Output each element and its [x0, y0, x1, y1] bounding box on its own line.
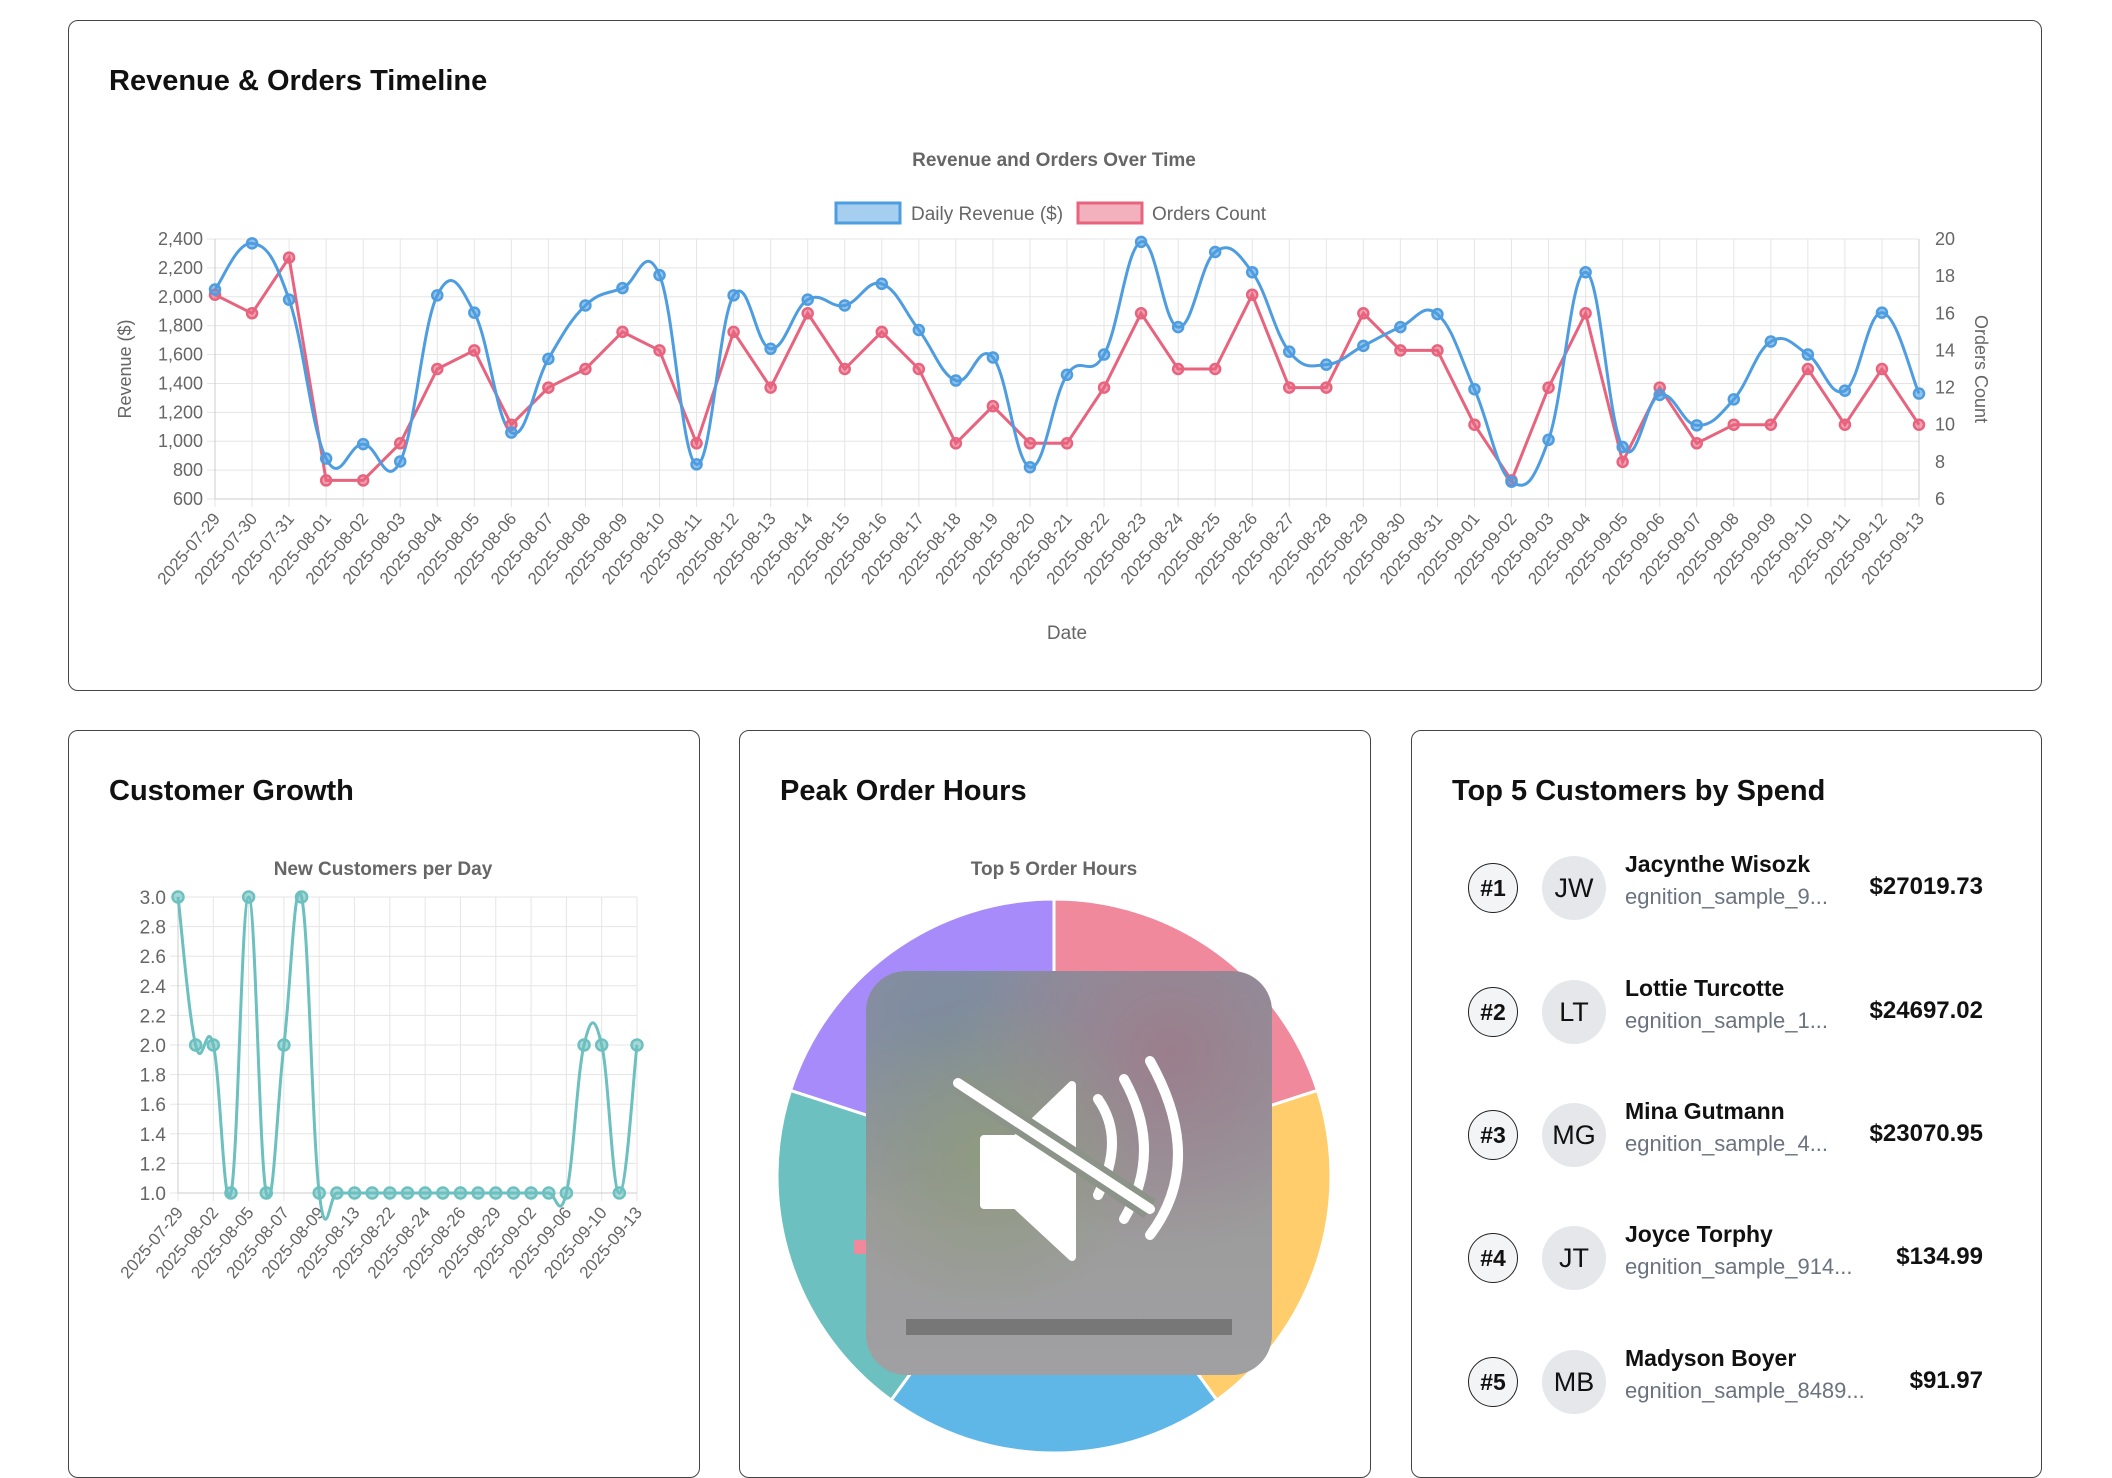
customer-email: egnition_sample_914...: [1625, 1254, 1853, 1279]
orders-point: [1468, 418, 1481, 431]
speaker-muted-icon: [951, 1056, 1183, 1261]
y2-axis-label: Orders Count: [1971, 315, 1991, 423]
customer-spend: $91.97: [1909, 1367, 1983, 1394]
revenue-point: [1616, 440, 1629, 454]
avatar: JW: [1542, 856, 1606, 920]
orders-point: [1431, 344, 1444, 357]
rank-badge: #1: [1468, 863, 1518, 913]
revenue-point: [1505, 475, 1518, 488]
customer-email: egnition_sample_1...: [1625, 1008, 1829, 1033]
orders-point: [1542, 381, 1555, 394]
revenue-point: [1653, 388, 1666, 402]
customer-row[interactable]: #1 JW Jacynthe Wisozk egnition_sample_9.…: [1412, 851, 2041, 931]
orders-point: [1579, 307, 1592, 320]
y2-tick-label: 10: [1935, 415, 1955, 435]
customer-name: Lottie Turcotte: [1625, 975, 1785, 1001]
revenue-point: [1542, 433, 1555, 447]
customer-name: Madyson Boyer: [1625, 1345, 1797, 1371]
customer-row[interactable]: #3 MG Mina Gutmann egnition_sample_4... …: [1412, 1098, 2041, 1178]
top-customers-card: Top 5 Customers by Spend #1 JW Jacynthe …: [1411, 730, 2042, 1478]
customer-email: egnition_sample_4...: [1625, 1131, 1829, 1156]
orders-point: [1838, 418, 1852, 431]
customer-email: egnition_sample_9...: [1625, 884, 1829, 909]
orders-point: [1764, 418, 1778, 431]
avatar: MG: [1542, 1103, 1606, 1167]
y2-tick-label: 16: [1935, 303, 1955, 323]
chart-title: Top 5 Order Hours: [971, 859, 1137, 880]
customer-spend: $23070.95: [1869, 1120, 1983, 1147]
customer-name: Joyce Torphy: [1625, 1221, 1773, 1247]
avatar: LT: [1542, 980, 1606, 1044]
orders-point: [1690, 437, 1703, 450]
orders-point: [1727, 418, 1741, 431]
rank-badge: #2: [1468, 987, 1518, 1037]
revenue-point: [1468, 382, 1481, 396]
customer-row[interactable]: #4 JT Joyce Torphy egnition_sample_914..…: [1412, 1221, 2041, 1301]
orders-point: [1616, 455, 1629, 469]
orders-point: [1875, 362, 1889, 376]
card-title: Top 5 Customers by Spend: [1452, 775, 1826, 807]
y2-tick-label: 12: [1935, 378, 1955, 398]
y2-tick-label: 6: [1935, 489, 1945, 509]
avatar: MB: [1542, 1350, 1606, 1414]
revenue-point: [1690, 419, 1703, 432]
revenue-point: [1801, 348, 1815, 361]
revenue-point: [1912, 387, 1926, 400]
customer-spend: $27019.73: [1869, 873, 1983, 900]
y2-tick-label: 8: [1935, 452, 1945, 472]
customer-spend: $134.99: [1896, 1243, 1983, 1270]
y2-tick-label: 14: [1935, 340, 1955, 360]
orders-point: [1801, 362, 1815, 376]
customer-name: Jacynthe Wisozk: [1625, 851, 1811, 877]
rank-badge: #4: [1468, 1233, 1518, 1283]
revenue-point: [1875, 306, 1889, 319]
revenue-point: [1764, 335, 1778, 348]
rank-badge: #3: [1468, 1110, 1518, 1160]
orders-point: [1912, 418, 1926, 431]
customer-email: egnition_sample_8489...: [1625, 1378, 1865, 1403]
volume-level-bar: [906, 1319, 1232, 1335]
volume-muted-overlay: [866, 971, 1272, 1375]
customer-row[interactable]: #2 LT Lottie Turcotte egnition_sample_1.…: [1412, 975, 2041, 1055]
rank-badge: #5: [1468, 1357, 1518, 1407]
y2-tick-label: 20: [1935, 229, 1955, 249]
customer-row[interactable]: #5 MB Madyson Boyer egnition_sample_8489…: [1412, 1345, 2041, 1425]
y2-tick-label: 18: [1935, 266, 1955, 286]
revenue-point: [1579, 265, 1592, 279]
customer-spend: $24697.02: [1869, 997, 1983, 1024]
avatar: JT: [1542, 1226, 1606, 1290]
customer-name: Mina Gutmann: [1625, 1098, 1785, 1124]
revenue-point: [1838, 384, 1852, 397]
revenue-point: [1431, 307, 1444, 321]
revenue-point: [1727, 393, 1741, 406]
